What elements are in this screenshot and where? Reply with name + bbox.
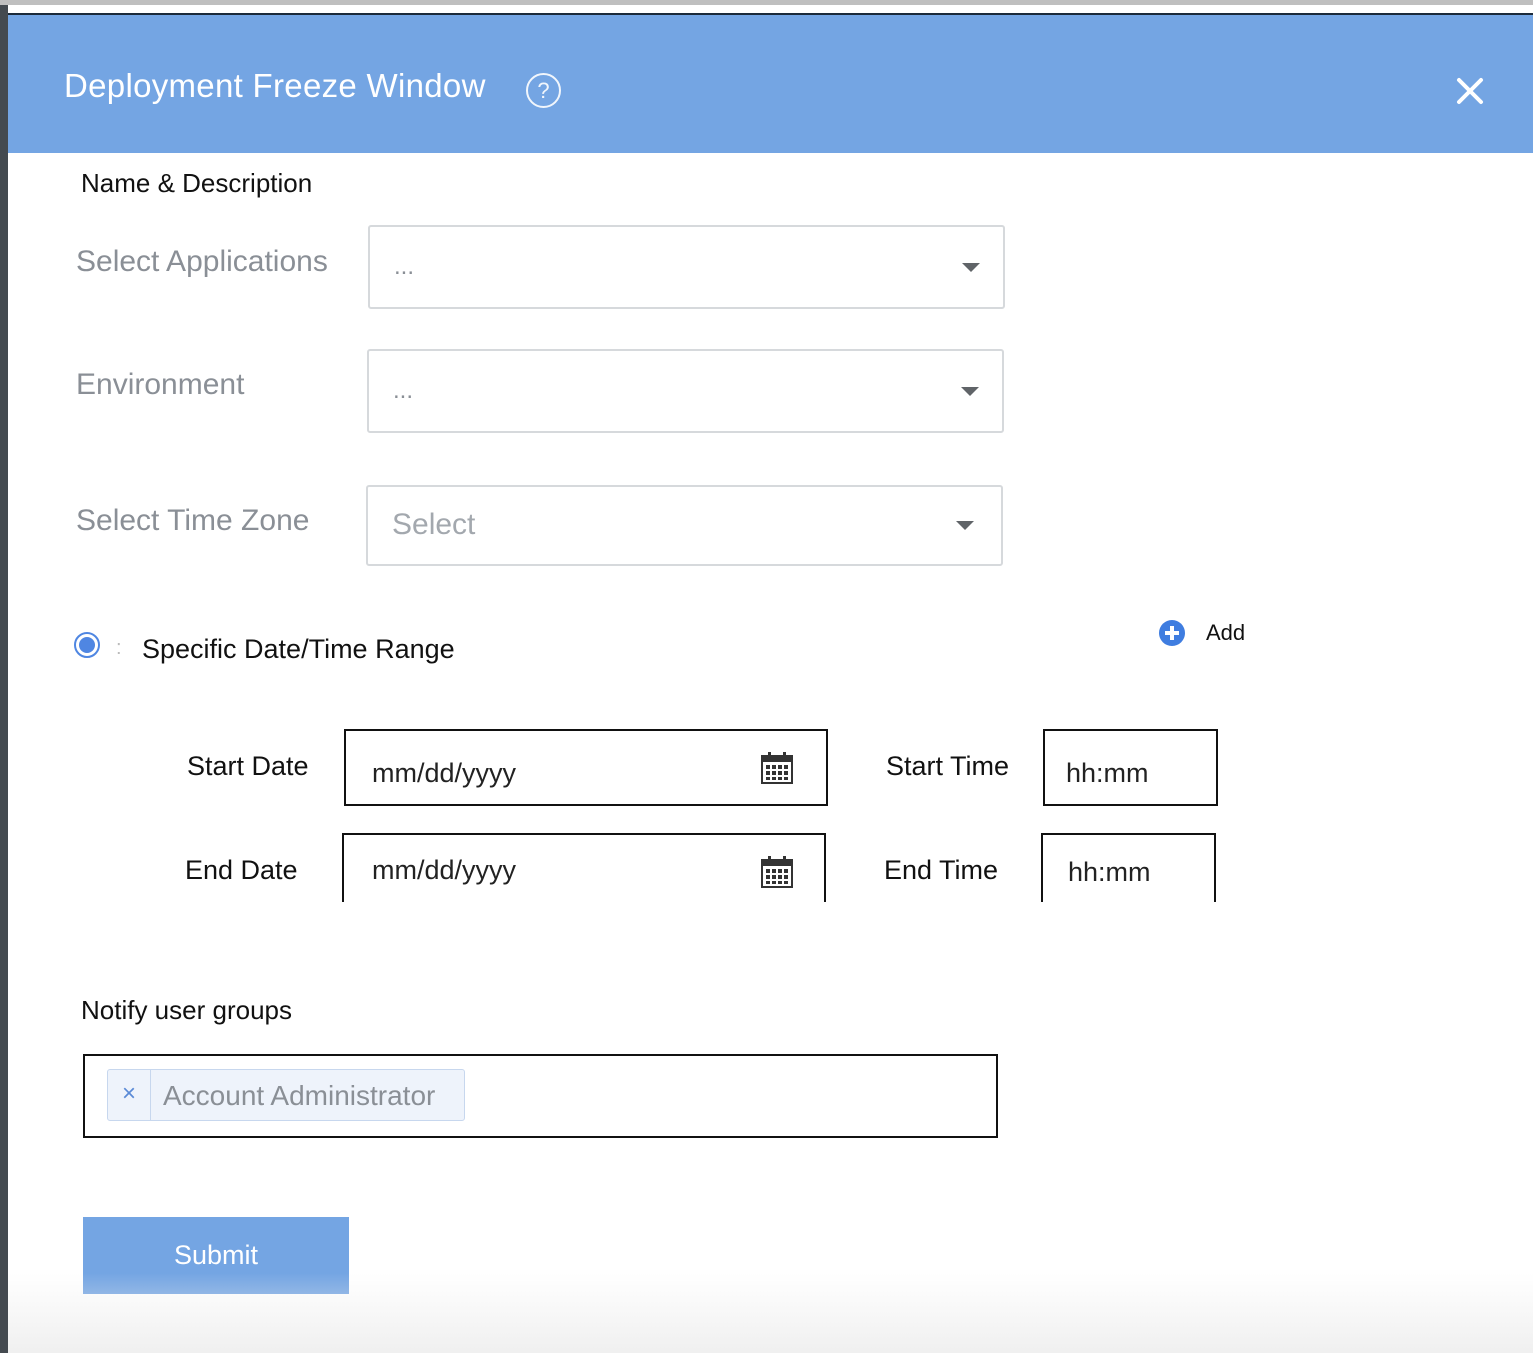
specific-range-label[interactable]: Specific Date/Time Range xyxy=(142,634,455,665)
start-date-label: Start Date xyxy=(187,751,309,781)
add-button[interactable]: Add xyxy=(1206,620,1245,646)
time-zone-select[interactable]: Select xyxy=(366,485,1003,566)
calendar-icon[interactable] xyxy=(760,855,794,889)
question-circle-icon[interactable]: ? xyxy=(526,73,561,108)
dialog-title: Deployment Freeze Window xyxy=(64,67,486,104)
window-left-edge xyxy=(0,5,8,1353)
radio-separator: : xyxy=(116,637,122,659)
environment-select-value: ... xyxy=(393,377,414,404)
deployment-freeze-dialog: Deployment Freeze Window ? Name & Descri… xyxy=(8,5,1533,1353)
end-time-label: End Time xyxy=(884,855,999,885)
notify-user-groups-label: Notify user groups xyxy=(81,995,292,1025)
environment-label: Environment xyxy=(76,368,245,401)
user-group-tag: × Account Administrator xyxy=(107,1069,465,1121)
remove-tag-icon[interactable]: × xyxy=(108,1070,151,1120)
end-date-input[interactable]: mm/dd/yyyy xyxy=(342,833,826,902)
start-date-placeholder: mm/dd/yyyy xyxy=(372,758,517,788)
end-time-input[interactable]: hh:mm xyxy=(1041,833,1216,902)
chevron-down-icon xyxy=(962,263,980,272)
close-icon[interactable] xyxy=(1454,75,1486,107)
applications-label: Select Applications xyxy=(76,245,328,278)
submit-button[interactable]: Submit xyxy=(83,1217,349,1294)
plus-circle-icon[interactable] xyxy=(1159,620,1185,646)
applications-select-value: ... xyxy=(394,253,415,280)
environment-select[interactable]: ... xyxy=(367,349,1004,433)
chevron-down-icon xyxy=(956,521,974,530)
dialog-header: Deployment Freeze Window ? xyxy=(8,13,1533,153)
name-description-heading: Name & Description xyxy=(81,168,313,198)
chevron-down-icon xyxy=(961,387,979,396)
applications-select[interactable]: ... xyxy=(368,225,1005,309)
time-zone-label: Select Time Zone xyxy=(76,504,310,537)
start-date-input[interactable]: mm/dd/yyyy xyxy=(344,729,828,806)
start-time-label: Start Time xyxy=(886,751,1010,781)
tag-label: Account Administrator xyxy=(163,1080,436,1111)
specific-range-radio[interactable] xyxy=(74,632,100,658)
end-date-placeholder: mm/dd/yyyy xyxy=(372,855,517,885)
radio-selected-dot xyxy=(79,637,95,653)
end-time-placeholder: hh:mm xyxy=(1068,857,1151,887)
start-time-placeholder: hh:mm xyxy=(1066,758,1149,788)
end-date-label: End Date xyxy=(185,855,298,885)
start-time-input[interactable]: hh:mm xyxy=(1043,729,1218,806)
calendar-icon[interactable] xyxy=(760,751,794,785)
time-zone-placeholder: Select xyxy=(392,508,476,541)
user-groups-input[interactable]: × Account Administrator xyxy=(83,1054,998,1138)
